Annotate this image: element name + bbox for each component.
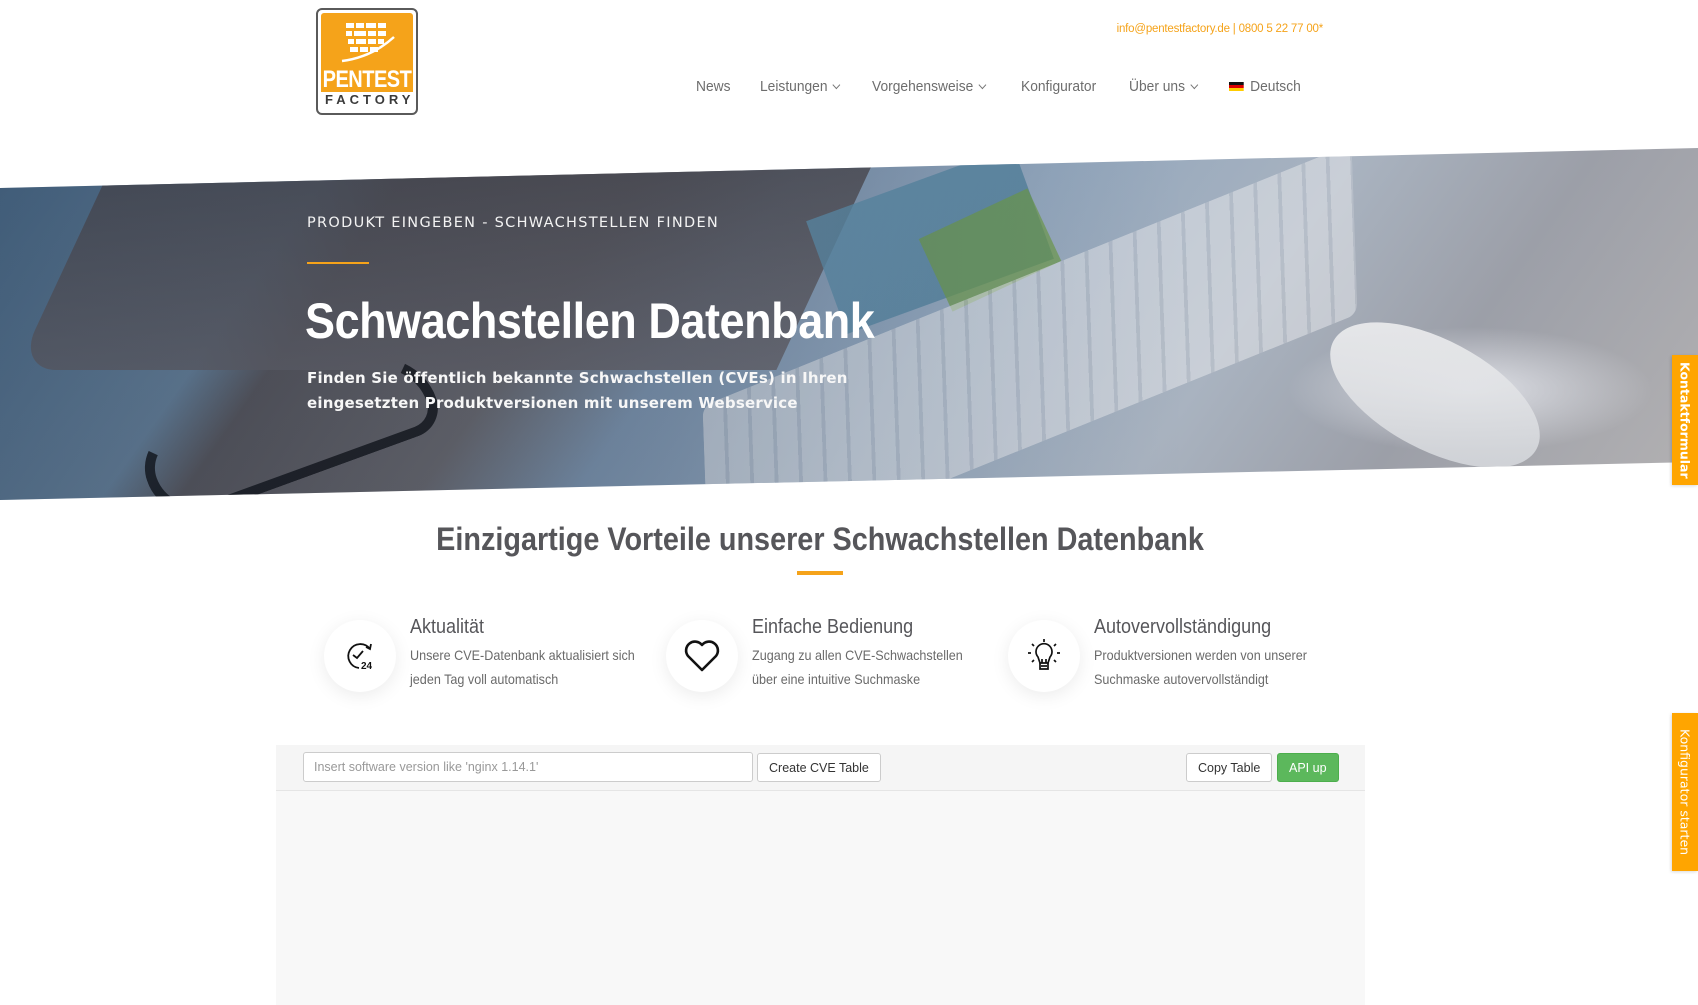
phone-link[interactable]: 0800 5 22 77 00*	[1239, 23, 1324, 35]
logo-text-pentest: PENTEST	[321, 66, 413, 94]
heart-icon	[666, 620, 738, 692]
nav-label: Über uns	[1128, 78, 1185, 95]
language-label: Deutsch	[1249, 78, 1301, 95]
benefit-text: Zugang zu allen CVE-Schwachstellen	[752, 647, 963, 663]
create-cve-table-button[interactable]: Create CVE Table	[757, 753, 881, 782]
api-status-button[interactable]: API up	[1277, 753, 1339, 782]
benefit-text: Suchmaske autovervollständigt	[1094, 671, 1269, 687]
benefit-title: Aktualität	[410, 616, 485, 638]
benefit-text: Produktversionen werden von unserer	[1094, 647, 1307, 663]
hero-kicker: PRODUKT EINGEBEN - SCHWACHSTELLEN FINDEN	[307, 215, 720, 231]
cve-toolbar: Create CVE Table Copy Table API up	[276, 745, 1365, 791]
clock-24-icon: 24	[324, 620, 396, 692]
section-heading: Einzigartige Vorteile unserer Schwachste…	[436, 521, 1204, 557]
language-switcher[interactable]: Deutsch	[1228, 78, 1301, 95]
benefit-title: Autovervollständigung	[1094, 616, 1272, 638]
benefit-item: Einfache Bedienung Zugang zu allen CVE-S…	[666, 616, 1008, 692]
nav-label: Leistungen	[759, 78, 828, 95]
nav-item-konfigurator[interactable]: Konfigurator	[1021, 78, 1096, 95]
benefit-item: Autovervollständigung Produktversionen w…	[1008, 616, 1350, 692]
chevron-down-icon	[978, 80, 987, 89]
contact-info: info@pentestfactory.de | 0800 5 22 77 00…	[1117, 23, 1324, 35]
configurator-tab[interactable]: Konfigurator starten	[1672, 713, 1698, 871]
benefit-title: Einfache Bedienung	[752, 616, 914, 638]
cve-tool-panel: Create CVE Table Copy Table API up	[276, 745, 1365, 1005]
email-link[interactable]: info@pentestfactory.de	[1117, 23, 1230, 35]
nav-item-vorgehensweise[interactable]: Vorgehensweise	[871, 78, 987, 95]
main-nav: News Leistungen Vorgehensweise Konfigura…	[696, 78, 1333, 95]
logo-graphic-icon	[321, 13, 413, 70]
contact-separator: |	[1229, 23, 1239, 35]
nav-item-news[interactable]: News	[696, 78, 731, 95]
benefit-item: 24 Aktualität Unsere CVE-Datenbank aktua…	[324, 616, 666, 692]
contact-form-tab[interactable]: Kontaktformular	[1672, 355, 1698, 485]
hero-divider	[307, 262, 369, 264]
nav-label: News	[696, 78, 731, 95]
svg-text:24: 24	[361, 661, 373, 672]
nav-label: Konfigurator	[1021, 78, 1097, 95]
nav-item-ueber-uns[interactable]: Über uns	[1128, 78, 1198, 95]
lightbulb-icon	[1008, 620, 1080, 692]
benefit-text: Unsere CVE-Datenbank aktualisiert sich	[410, 647, 635, 663]
copy-table-button[interactable]: Copy Table	[1186, 753, 1273, 782]
nav-label: Vorgehensweise	[871, 78, 974, 95]
section-divider	[797, 571, 843, 575]
benefit-text: jeden Tag voll automatisch	[410, 671, 559, 687]
chevron-down-icon	[832, 80, 841, 89]
benefit-text: über eine intuitive Suchmaske	[752, 671, 921, 687]
chevron-down-icon	[1190, 80, 1198, 89]
software-version-input[interactable]	[303, 752, 753, 782]
hero-subtitle: Finden Sie öffentlich bekannte Schwachst…	[307, 369, 848, 412]
germany-flag-icon	[1228, 81, 1244, 92]
page-title: Schwachstellen Datenbank	[305, 293, 875, 349]
benefits-list: 24 Aktualität Unsere CVE-Datenbank aktua…	[324, 616, 1350, 692]
cve-table-area	[276, 791, 1365, 1005]
nav-item-leistungen[interactable]: Leistungen	[759, 78, 841, 95]
logo[interactable]: PENTEST FACTORY	[316, 8, 418, 115]
